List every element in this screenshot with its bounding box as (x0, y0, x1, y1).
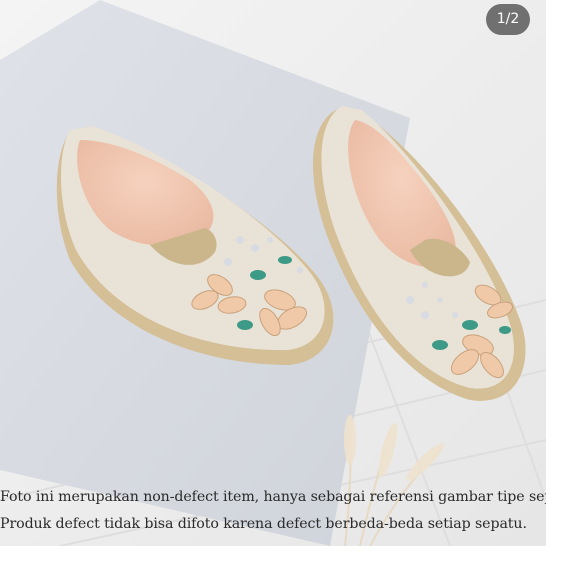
image-counter-badge: 1/2 (486, 4, 530, 35)
caption-line-2: Produk defect tidak bisa difoto karena d… (0, 516, 527, 532)
product-photo (0, 0, 546, 546)
right-margin (546, 0, 579, 579)
image-caption: Foto ini merupakan non-defect item, hany… (0, 484, 546, 538)
bottom-margin (0, 546, 579, 579)
image-viewer[interactable]: 1/2 Foto ini merupakan non-defect item, … (0, 0, 546, 546)
caption-line-1: Foto ini merupakan non-defect item, hany… (0, 489, 546, 505)
